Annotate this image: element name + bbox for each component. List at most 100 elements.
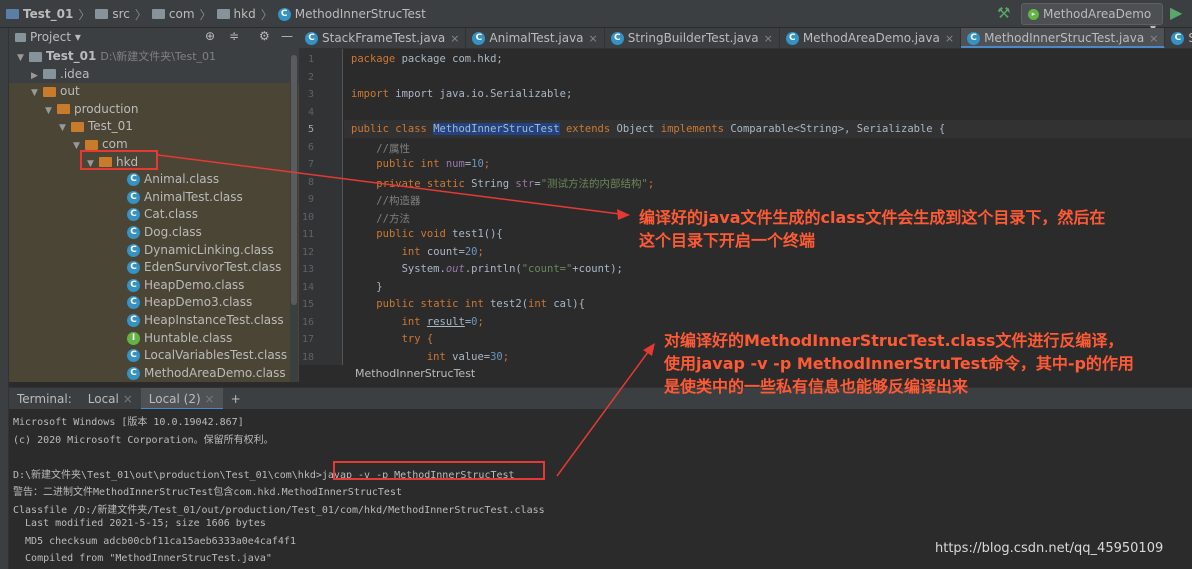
close-icon[interactable]: × [205, 392, 215, 406]
editor-tab[interactable]: C AnimalTest.java × [466, 28, 605, 48]
line-number: 7 [307, 159, 314, 170]
tree-item[interactable]: ▼ Test_01 [9, 118, 299, 136]
run-configuration-select[interactable]: ▸MethodAreaDemo▾ [1021, 3, 1163, 35]
tree-item[interactable]: I Huntable.class [9, 329, 299, 348]
run-icon[interactable]: ▶ [1170, 3, 1182, 22]
comment-methods: //方法 [376, 212, 410, 225]
tree-item[interactable]: C EdenSurvivorTest.class [9, 259, 299, 277]
project-view-select[interactable]: Project [30, 30, 71, 44]
class-file-icon: C [127, 243, 140, 257]
terminal-tab-local-2[interactable]: Local (2) × [140, 388, 223, 410]
tree-item[interactable]: C Animal.class [9, 171, 299, 189]
tree-item[interactable]: C Cat.class [9, 206, 299, 224]
close-icon[interactable]: × [123, 392, 133, 406]
breadcrumb-item-project[interactable]: Test_01 [23, 7, 73, 21]
close-icon[interactable]: × [450, 32, 459, 45]
line-number: 15 [301, 299, 314, 310]
annotation-javap-line-1: 对编译好的MethodInnerStrucTest.class文件进行反编译， [664, 331, 1124, 350]
locate-icon[interactable]: ⊕ [205, 29, 215, 43]
package-text: package com.hkd; [401, 53, 503, 65]
line-number: 13 [301, 264, 314, 275]
folder-icon [43, 86, 56, 97]
folder-icon [95, 9, 109, 19]
method-test1: test1(){ [452, 228, 503, 240]
annotation-output-dir-line-1: 编译好的java文件生成的class文件会生成到这个目录下，然后在 [639, 208, 1106, 227]
breadcrumb: Test_01 〉 src 〉 com 〉 hkd 〉 C MethodInnerStr… [6, 0, 426, 28]
tree-item[interactable]: C HeapDemo3.class [9, 294, 299, 312]
chevron-down-icon[interactable]: ▾ [75, 30, 81, 44]
class-icon: C [472, 32, 486, 45]
tree-item-label: HeapDemo.class [144, 277, 245, 292]
code-line-17: try { [351, 333, 434, 345]
terminal-tab-local[interactable]: Local × [80, 388, 141, 410]
close-icon[interactable]: × [764, 32, 773, 45]
tree-item[interactable]: C HeapDemo.class [9, 276, 299, 295]
tree-item-path: D:\新建文件夹\Test_01 [100, 50, 217, 63]
editor-tab[interactable]: CSimpleHeap.java× [1165, 28, 1192, 48]
terminal-line: (c) 2020 Microsoft Corporation。保留所有权利。 [13, 434, 274, 446]
gear-icon[interactable]: ⚙ [259, 29, 270, 43]
annotation-javap: 对编译好的MethodInnerStrucTest.class文件进行反编译， … [664, 329, 1134, 398]
code-line-11: public void test1(){ [376, 228, 503, 240]
run-config-icon: ▸ [1028, 9, 1039, 20]
tree-item[interactable]: ▶ .idea [9, 66, 299, 84]
code-line-7: public int num=10; [376, 158, 491, 170]
editor-tab-label: MethodAreaDemo.java [802, 31, 940, 45]
breadcrumb-item-src[interactable]: src [112, 7, 130, 21]
close-icon[interactable]: × [1149, 32, 1158, 45]
class-file-icon: C [127, 208, 140, 222]
breadcrumb-item-hkd[interactable]: hkd [234, 7, 256, 21]
breadcrumb-item-class[interactable]: MethodInnerStrucTest [295, 7, 426, 21]
code-line-13: System.out.println("count="+count); [351, 263, 623, 275]
editor-tab-label: StackFrameTest.java [322, 31, 446, 45]
new-terminal-plus-icon[interactable]: + [223, 388, 249, 410]
editor-tab[interactable]: C MethodInnerStrucTest.java × [961, 28, 1166, 48]
code-line-8: private static String str="测试方法的内部结构"; [376, 177, 655, 190]
field-str-value: "测试方法的内部结构" [540, 177, 648, 190]
project-scrollbar-thumb[interactable] [291, 55, 297, 305]
tree-item[interactable]: C DynamicLinking.class [9, 241, 299, 260]
superclass: Object [610, 123, 661, 135]
line-number: 1 [307, 54, 314, 65]
folder-icon [71, 121, 84, 132]
tree-item-label: HeapDemo3.class [144, 295, 253, 310]
navigation-bar: Test_01 〉 src 〉 com 〉 hkd 〉 C MethodInnerStr… [0, 0, 1192, 28]
close-icon[interactable]: × [589, 32, 598, 45]
line-number: 4 [307, 106, 314, 118]
breadcrumb-item-com[interactable]: com [169, 7, 195, 21]
command-highlight-box [333, 461, 545, 480]
method-test2: test2( [490, 298, 529, 310]
println-end: +count); [572, 263, 623, 275]
editor-tab-label: SimpleHeap.java [1188, 31, 1192, 45]
tree-item[interactable]: C Dog.class [9, 224, 299, 242]
collapse-icon[interactable]: ≑ [229, 29, 239, 43]
line-number: 12 [301, 246, 314, 258]
editor-tab-label: StringBuilderTest.java [627, 31, 759, 45]
terminal-line: Compiled from "MethodInnerStrucTest.java… [13, 553, 272, 564]
tree-item[interactable]: C LocalVariablesTest.class [9, 347, 299, 365]
annotation-javap-line-3: 是使类中的一些私有信息也能够反编译出来 [664, 377, 969, 396]
tree-item[interactable]: ▼ production [9, 100, 299, 119]
class-file-icon: C [127, 190, 140, 204]
editor-tab[interactable]: C MethodAreaDemo.java × [780, 28, 962, 48]
tree-item-label: Test_01 [88, 119, 133, 134]
editor-tab[interactable]: C StackFrameTest.java × [299, 28, 467, 48]
system-class: System. [401, 263, 446, 275]
editor-tab[interactable]: C StringBuilderTest.java × [605, 28, 780, 48]
tree-item[interactable]: ▼ out [9, 83, 299, 101]
terminal-line: MD5 checksum adcb00cbf11ca15aeb6333a0e4c… [13, 535, 296, 547]
tree-item[interactable]: C AnimalTest.class [9, 188, 299, 207]
println-call: .println( [464, 263, 522, 275]
tree-item[interactable]: C MethodAreaDemo.class [9, 364, 299, 382]
code-line-14: } [351, 281, 382, 293]
tree-item[interactable]: ▼ Test_01 D:\新建文件夹\Test_01 [9, 48, 299, 66]
hide-icon[interactable]: — [281, 29, 293, 43]
line-number: 16 [301, 316, 314, 328]
tree-item-label: Huntable.class [144, 330, 233, 345]
tree-item[interactable]: C HeapInstanceTest.class [9, 312, 299, 330]
comment-fields: //属性 [376, 142, 410, 155]
field-str: str [515, 177, 535, 190]
code-line-1: package package com.hkd; [351, 53, 503, 65]
close-icon[interactable]: × [945, 32, 954, 45]
build-hammer-icon[interactable]: ⚒ [997, 4, 1010, 22]
